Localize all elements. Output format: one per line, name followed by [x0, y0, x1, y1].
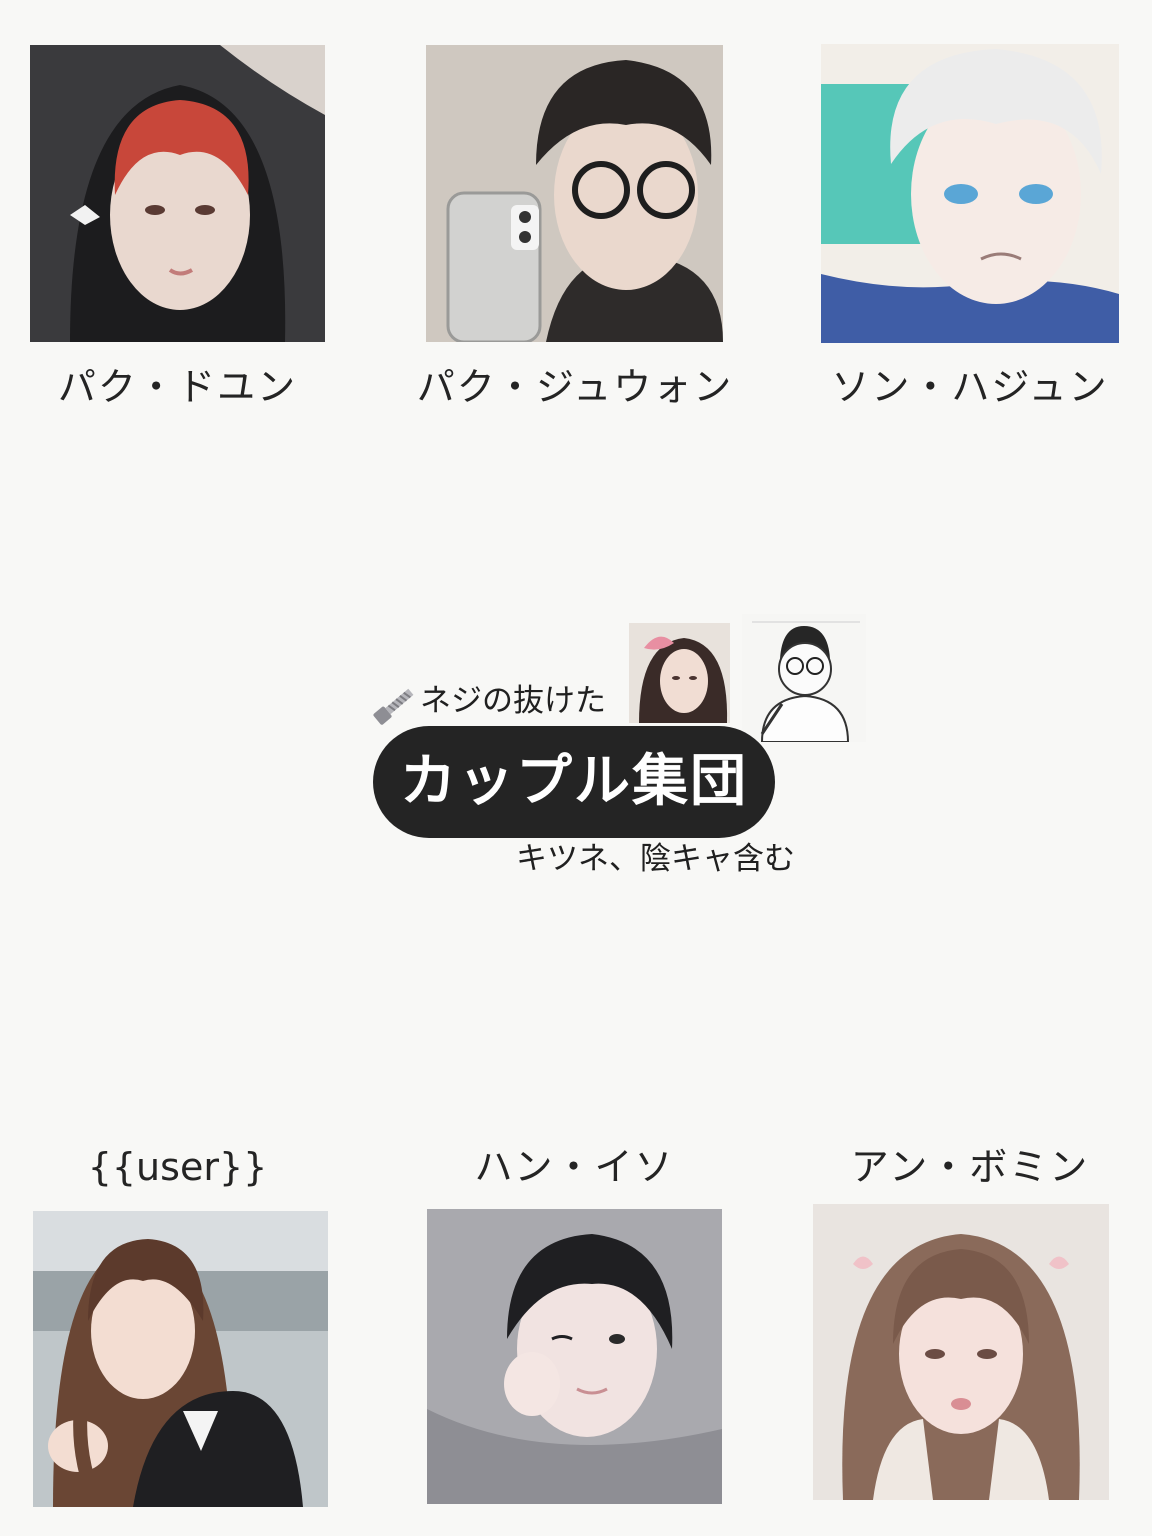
character-name: {{user}} [87, 1145, 268, 1189]
character-name: ハン・イソ [474, 1145, 675, 1189]
portrait-user [33, 1211, 328, 1507]
portrait-son-hajun [821, 44, 1119, 343]
mini-portrait-boy-sketch [742, 614, 866, 742]
mini-portrait-girl [629, 623, 730, 723]
character-name: パク・ドユン [57, 365, 298, 409]
portrait-park-juwon [426, 45, 723, 342]
subtitle-top: ネジの抜けた [420, 683, 606, 719]
portrait-han-iso [427, 1209, 722, 1504]
group-title: カップル集団 [373, 726, 775, 838]
screw-icon [366, 678, 422, 734]
character-name: アン・ボミン [850, 1145, 1090, 1189]
character-name: ソン・ハジュン [831, 365, 1109, 409]
portrait-an-bomin [813, 1204, 1109, 1500]
subtitle-bottom: キツネ、陰キャ含む [516, 841, 795, 877]
portrait-park-doyun [30, 45, 325, 342]
character-name: パク・ジュウォン [416, 365, 734, 409]
